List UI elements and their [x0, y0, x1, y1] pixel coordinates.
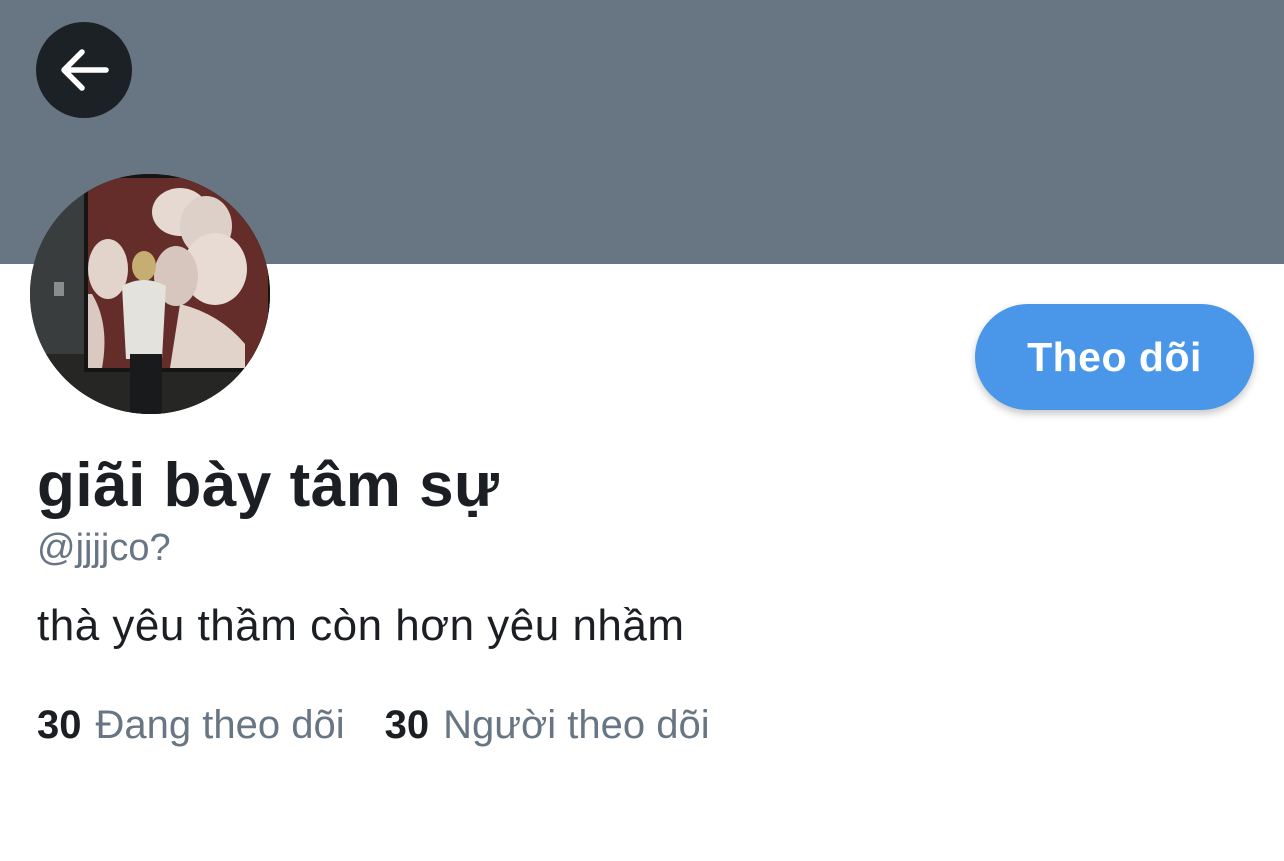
- arrow-left-icon: [61, 49, 109, 91]
- follow-button[interactable]: Theo dõi: [975, 304, 1254, 410]
- followers-label: Người theo dõi: [443, 703, 710, 747]
- profile-handle: @jjjjco?: [37, 527, 171, 569]
- followers-count: 30: [384, 703, 430, 747]
- profile-page: Theo dõi giãi bày tâm sự @jjjjco? thà yê…: [0, 0, 1284, 861]
- avatar[interactable]: [30, 174, 270, 414]
- followers-stat[interactable]: 30 Người theo dõi: [385, 703, 710, 748]
- profile-stats: 30 Đang theo dõi 30 Người theo dõi: [37, 703, 710, 748]
- following-count: 30: [37, 703, 82, 747]
- profile-bio: thà yêu thầm còn hơn yêu nhầm: [37, 601, 685, 650]
- following-stat[interactable]: 30 Đang theo dõi: [37, 703, 345, 748]
- following-label: Đang theo dõi: [95, 703, 345, 747]
- avatar-image: [30, 174, 270, 414]
- back-button[interactable]: [36, 22, 132, 118]
- display-name: giãi bày tâm sự: [37, 451, 500, 520]
